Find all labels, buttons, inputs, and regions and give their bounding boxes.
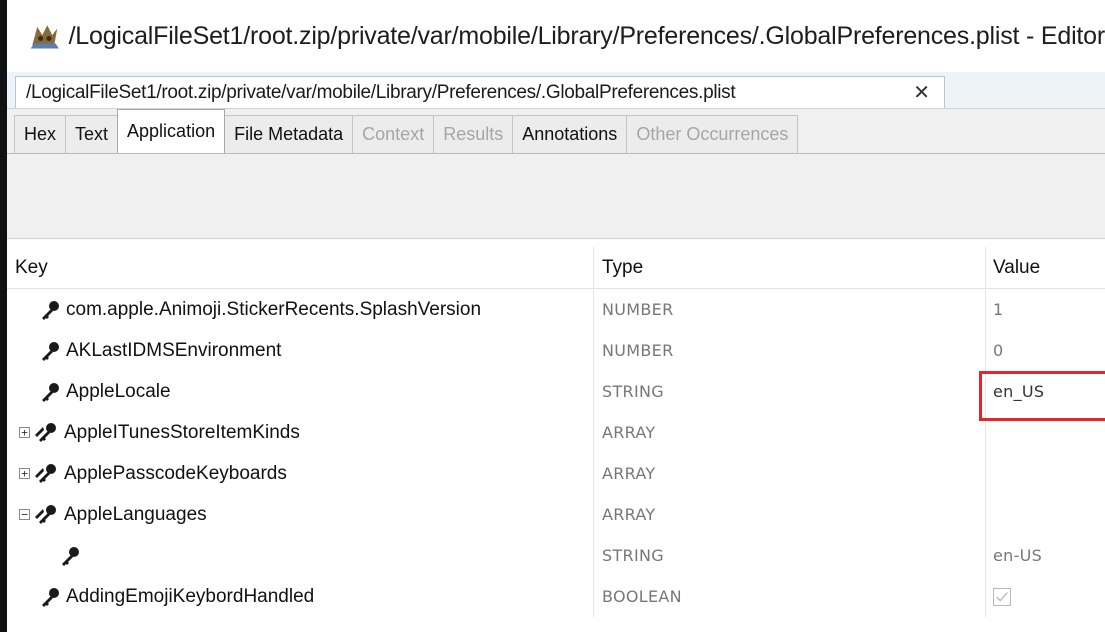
tab-label: Annotations xyxy=(522,124,618,144)
key-name: AppleLanguages xyxy=(64,503,207,525)
table-header: Key Type Value xyxy=(7,247,1105,289)
type-cell: NUMBER xyxy=(594,289,986,330)
type-cell: STRING xyxy=(594,371,986,412)
table-row[interactable]: − AppleLanguages ARRAY xyxy=(7,494,1105,535)
tab-application[interactable]: Application xyxy=(117,109,226,153)
keys-icon xyxy=(35,504,56,524)
tab-results: Results xyxy=(433,115,514,153)
collapse-icon[interactable]: − xyxy=(19,509,30,520)
value-cell xyxy=(986,494,1105,535)
value-cell: 1 xyxy=(993,300,1004,319)
table-row[interactable]: AKLastIDMSEnvironment NUMBER 0 xyxy=(7,330,1105,371)
document-tab[interactable]: /LogicalFileSet1/root.zip/private/var/mo… xyxy=(15,76,945,108)
keys-icon xyxy=(35,463,56,483)
key-icon xyxy=(42,587,59,607)
table-row[interactable]: + AppleITunesStoreItemKinds ARRAY xyxy=(7,412,1105,453)
app-logo-icon xyxy=(30,25,59,49)
type-cell: STRING xyxy=(594,535,986,576)
view-tab-bar: Hex Text Application File Metadata Conte… xyxy=(7,109,1105,154)
document-tab-label: /LogicalFileSet1/root.zip/private/var/mo… xyxy=(26,81,736,103)
tab-file-metadata[interactable]: File Metadata xyxy=(224,115,354,153)
document-tab-bar: /LogicalFileSet1/root.zip/private/var/mo… xyxy=(7,72,1105,109)
key-icon xyxy=(42,300,59,320)
close-icon[interactable]: ✕ xyxy=(913,80,930,105)
tab-label: Results xyxy=(443,124,504,144)
type-cell: ARRAY xyxy=(594,494,986,535)
key-cell: − AppleLanguages xyxy=(7,494,594,535)
table-row[interactable]: + ApplePasscodeKeyboards ARRAY xyxy=(7,453,1105,494)
plist-table: Key Type Value com.apple.Animoji.Sticker… xyxy=(7,239,1105,632)
value-cell xyxy=(986,453,1105,494)
key-icon xyxy=(62,546,79,566)
tab-context: Context xyxy=(352,115,435,153)
value-cell xyxy=(986,412,1105,453)
type-cell: NUMBER xyxy=(594,330,986,371)
expand-icon[interactable]: + xyxy=(19,468,30,479)
title-bar: /LogicalFileSet1/root.zip/private/var/mo… xyxy=(7,0,1105,72)
key-cell: AKLastIDMSEnvironment xyxy=(7,330,594,371)
key-name: ApplePasscodeKeyboards xyxy=(64,462,287,484)
value-cell: 0 xyxy=(993,341,1004,360)
tab-hex[interactable]: Hex xyxy=(14,115,67,153)
type-cell: ARRAY xyxy=(594,453,986,494)
tab-label: Other Occurrences xyxy=(636,124,789,144)
key-name: AppleITunesStoreItemKinds xyxy=(64,421,300,443)
key-cell: AddingEmojiKeybordHandled xyxy=(7,576,594,617)
tab-other-occurrences: Other Occurrences xyxy=(626,115,799,153)
tab-label: Text xyxy=(75,124,109,144)
tab-annotations[interactable]: Annotations xyxy=(512,115,628,153)
column-header-key[interactable]: Key xyxy=(7,247,594,288)
expand-icon[interactable]: + xyxy=(19,427,30,438)
window-left-border xyxy=(0,0,7,632)
key-cell: + AppleITunesStoreItemKinds xyxy=(7,412,594,453)
key-icon xyxy=(42,341,59,361)
table-row[interactable]: STRING en-US xyxy=(7,535,1105,576)
key-name: com.apple.Animoji.StickerRecents.SplashV… xyxy=(66,298,482,320)
tab-label: Context xyxy=(362,124,425,144)
tab-label: Application xyxy=(127,121,216,141)
column-header-type[interactable]: Type xyxy=(594,247,986,288)
tab-text[interactable]: Text xyxy=(65,115,119,153)
key-cell: + ApplePasscodeKeyboards xyxy=(7,453,594,494)
tab-label: File Metadata xyxy=(234,124,344,144)
table-row[interactable]: AppleLocale STRING en_US xyxy=(7,371,1105,412)
type-cell: ARRAY xyxy=(594,412,986,453)
value-cell xyxy=(986,576,1105,617)
window-title: /LogicalFileSet1/root.zip/private/var/mo… xyxy=(68,21,1105,50)
key-cell: AppleLocale xyxy=(7,371,594,412)
value-cell: en_US xyxy=(993,382,1045,401)
checkbox-checked-icon[interactable] xyxy=(993,587,1011,606)
key-name: AKLastIDMSEnvironment xyxy=(66,339,282,361)
key-cell: com.apple.Animoji.StickerRecents.SplashV… xyxy=(7,289,594,330)
column-header-value[interactable]: Value xyxy=(986,247,1105,288)
value-cell: en-US xyxy=(993,546,1043,565)
key-cell xyxy=(7,535,594,576)
type-cell: BOOLEAN xyxy=(594,576,986,617)
key-name: AddingEmojiKeybordHandled xyxy=(66,585,315,607)
toolbar-area xyxy=(7,154,1105,239)
tab-label: Hex xyxy=(24,124,57,144)
key-icon xyxy=(42,382,59,402)
table-row[interactable]: com.apple.Animoji.StickerRecents.SplashV… xyxy=(7,289,1105,330)
key-name: AppleLocale xyxy=(66,380,171,402)
keys-icon xyxy=(35,422,56,442)
table-row[interactable]: AddingEmojiKeybordHandled BOOLEAN xyxy=(7,576,1105,617)
